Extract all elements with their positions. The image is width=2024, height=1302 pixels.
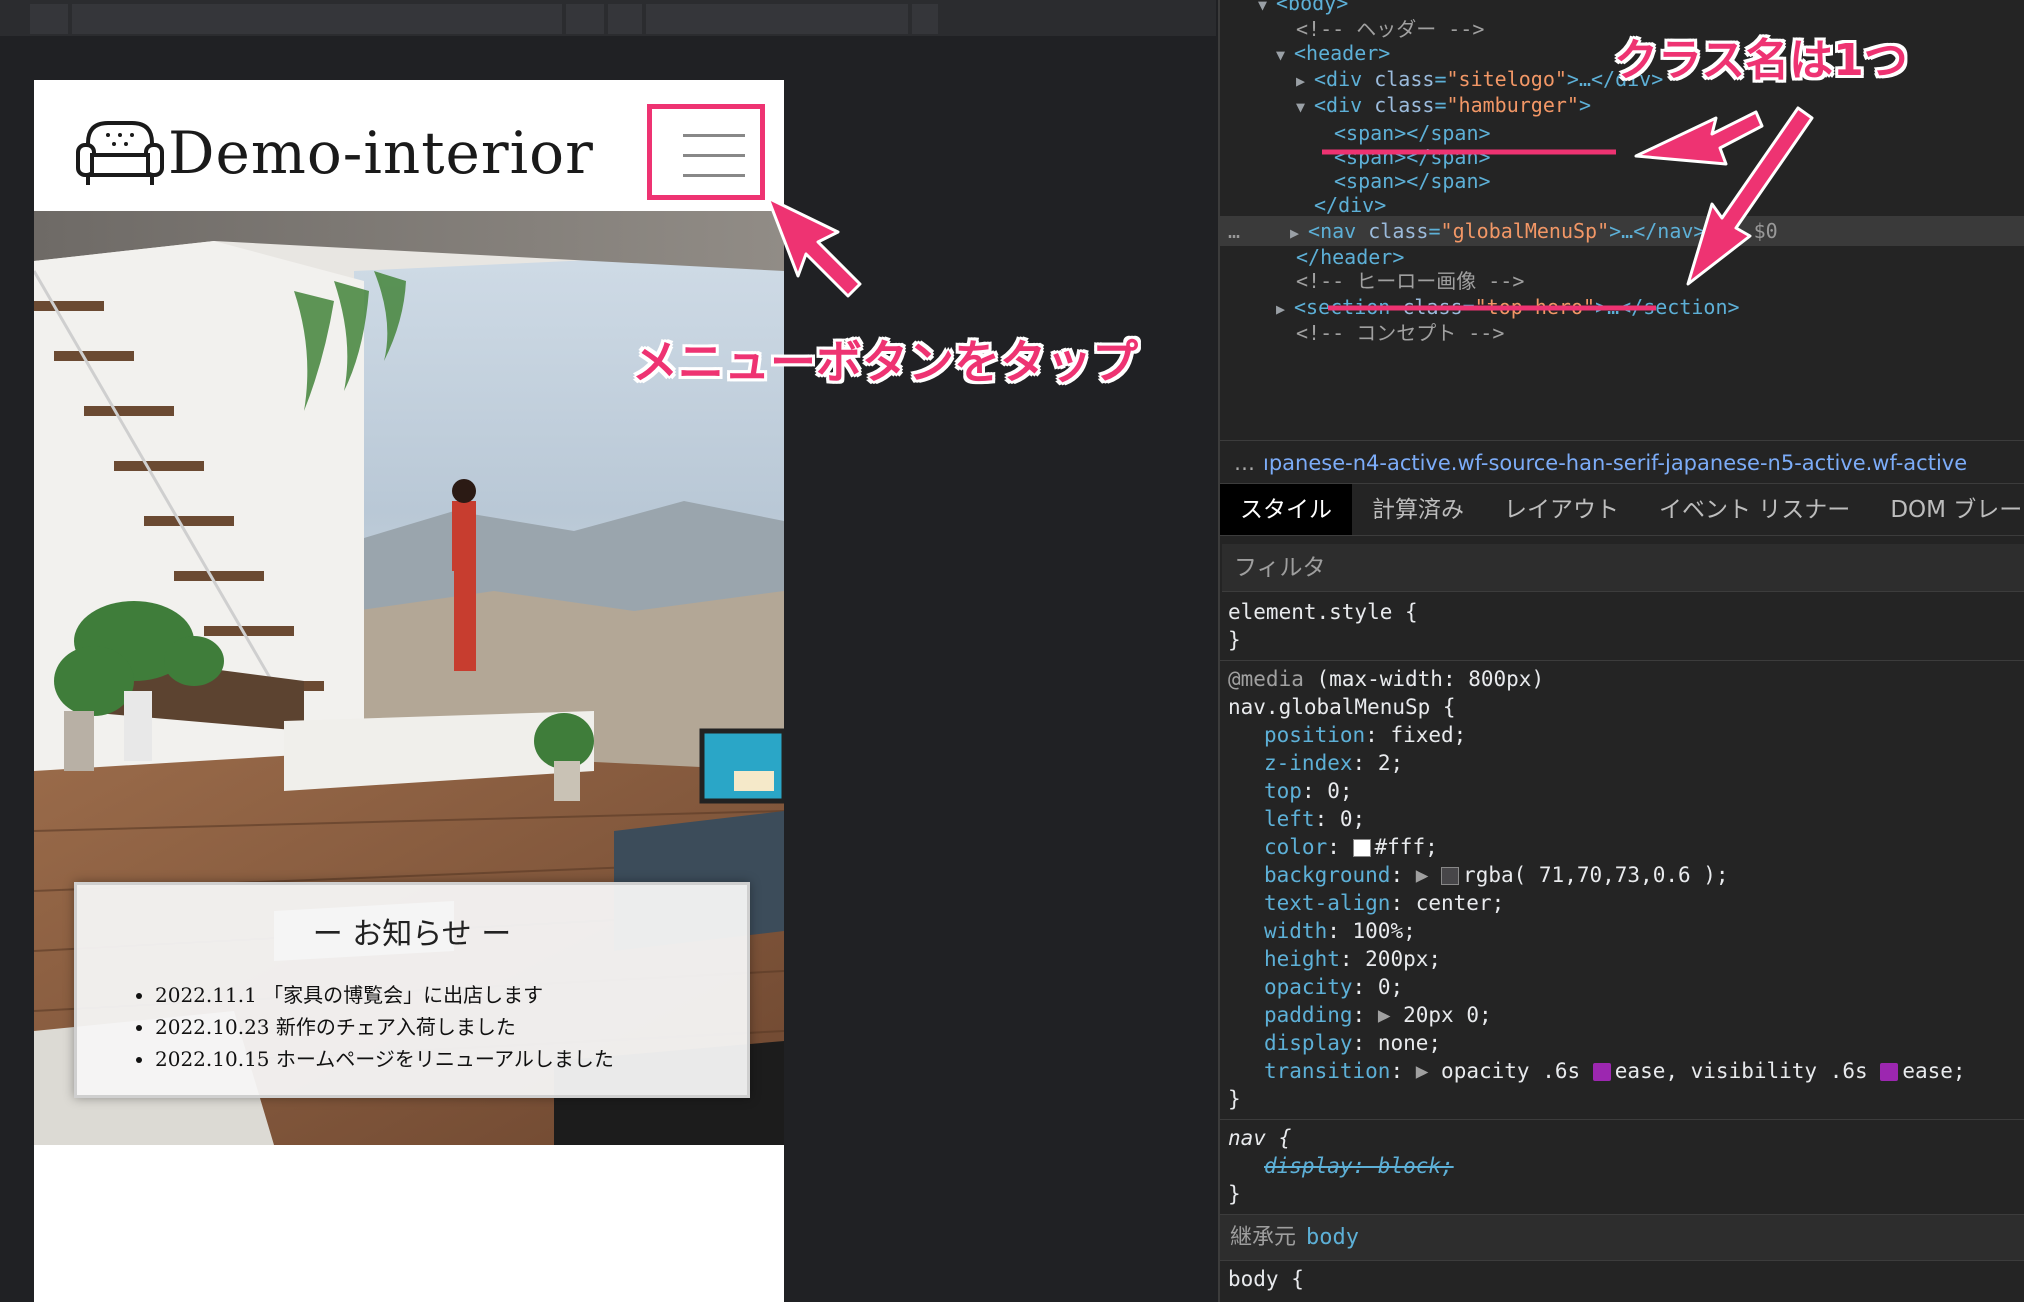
tree-node-hamburger[interactable]: ▼ <div class="hamburger"> xyxy=(1296,90,2024,120)
expand-triangle-icon[interactable]: ▶ xyxy=(1276,294,1294,324)
notice-item[interactable]: 2022.10.23 新作のチェア入荷しました xyxy=(155,1011,747,1043)
notice-box: ー お知らせ ー 2022.11.1 「家具の博覧会」に出店します 2022.1… xyxy=(74,882,750,1098)
css-prop-line[interactable]: background: ▶ rgba( 71,70,73,0.6 ); xyxy=(1228,861,2018,889)
notice-title: ー お知らせ ー xyxy=(312,917,512,952)
notice-item[interactable]: 2022.10.15 ホームページをリニューアルしました xyxy=(155,1043,747,1075)
toolbar-segment[interactable] xyxy=(912,4,938,34)
css-prop-line[interactable]: color: #fff; xyxy=(1228,833,2018,861)
rule-selector[interactable]: nav.globalMenuSp { xyxy=(1228,693,2018,721)
tab-event-listeners[interactable]: イベント リスナー xyxy=(1639,484,1870,535)
tab-styles[interactable]: スタイル xyxy=(1220,484,1352,535)
tab-dom-breakpoints[interactable]: DOM ブレー xyxy=(1870,484,2024,535)
toolbar-segment[interactable] xyxy=(646,4,908,34)
rule-selector[interactable]: element.style { xyxy=(1228,598,2018,626)
color-swatch-icon[interactable] xyxy=(1352,839,1371,857)
css-prop-line-overridden[interactable]: display: block; xyxy=(1228,1152,2018,1180)
rule-nav: nav { display: block; } xyxy=(1220,1120,2024,1215)
breadcrumb-more-dots[interactable]: … xyxy=(1234,451,1255,475)
css-prop-line[interactable]: position: fixed; xyxy=(1228,721,2018,749)
css-prop-line[interactable]: left: 0; xyxy=(1228,805,2018,833)
notice-item[interactable]: 2022.11.1 「家具の博覧会」に出店します xyxy=(155,979,747,1011)
sofa-icon xyxy=(76,121,164,185)
rule-close: } xyxy=(1228,1182,1241,1206)
tab-computed[interactable]: 計算済み xyxy=(1352,484,1484,535)
expand-triangle-icon[interactable]: ▶ xyxy=(1378,1003,1391,1027)
breadcrumb-text: ıpanese-n4-active.wf-source-han-serif-ja… xyxy=(1263,451,1968,475)
easing-editor-icon[interactable] xyxy=(1880,1063,1899,1081)
toolbar-segment[interactable] xyxy=(30,4,68,34)
css-prop-line[interactable]: z-index: 2; xyxy=(1228,749,2018,777)
annotation-tap-menu: メニューボタンをタップ xyxy=(632,335,1138,389)
dom-breadcrumb[interactable]: … ıpanese-n4-active.wf-source-han-serif-j… xyxy=(1220,440,2024,484)
css-prop-line[interactable]: opacity: 0; xyxy=(1228,973,2018,1001)
styles-pane: element.style { } @media (max-width: 800… xyxy=(1220,594,2024,1302)
easing-editor-icon[interactable] xyxy=(1592,1063,1611,1081)
logo-text: Demo-interior xyxy=(168,119,594,187)
toolbar-segment[interactable] xyxy=(72,4,562,34)
rule-body: body { xyxy=(1220,1261,2024,1299)
site-logo[interactable]: Demo-interior xyxy=(74,108,594,198)
device-preview-pane: Demo-interior ー お知らせ ー • 2022.11.1 「家具の博… xyxy=(0,0,1216,1302)
site-header: Demo-interior xyxy=(34,80,784,211)
css-prop-line[interactable]: transition: ▶ opacity .6s ease, visibili… xyxy=(1228,1057,2018,1085)
toolbar-segment[interactable] xyxy=(566,4,604,34)
toolbar-segment[interactable] xyxy=(608,4,642,34)
devtools-subtabs: スタイル 計算済み レイアウト イベント リスナー DOM ブレー xyxy=(1220,484,2024,536)
css-prop-line[interactable]: width: 100%; xyxy=(1228,917,2018,945)
color-swatch-icon[interactable] xyxy=(1441,867,1460,885)
rule-selector[interactable]: body { xyxy=(1228,1265,2018,1293)
collapse-triangle-icon[interactable]: ▼ xyxy=(1276,40,1294,70)
media-query-line: @media (max-width: 800px) xyxy=(1228,667,1545,691)
rule-close: } xyxy=(1228,1087,1241,1111)
expand-triangle-icon[interactable]: ▶ xyxy=(1416,1059,1429,1083)
mobile-viewport: Demo-interior ー お知らせ ー • 2022.11.1 「家具の博… xyxy=(34,80,784,1302)
device-toolbar xyxy=(0,0,1216,36)
css-prop-line[interactable]: padding: ▶ 20px 0; xyxy=(1228,1001,2018,1029)
row-menu-dots[interactable]: … xyxy=(1228,219,1240,243)
css-prop-line[interactable]: height: 200px; xyxy=(1228,945,2018,973)
hamburger-highlight-box xyxy=(647,104,765,200)
annotation-one-class: クラス名は1つ xyxy=(1614,35,1908,86)
rule-globalmenusp: @media (max-width: 800px) nav.globalMenu… xyxy=(1220,661,2024,1120)
rule-close: } xyxy=(1228,628,1241,652)
css-prop-line[interactable]: top: 0; xyxy=(1228,777,2018,805)
inherited-body-link[interactable]: body xyxy=(1306,1225,1359,1250)
collapse-triangle-icon[interactable]: ▼ xyxy=(1296,92,1314,122)
tree-comment-concept[interactable]: <!-- コンセプト --> xyxy=(1296,318,2024,348)
inherited-from-header: 継承元 body xyxy=(1220,1215,2024,1261)
css-prop-line[interactable]: text-align: center; xyxy=(1228,889,2018,917)
styles-filter-input[interactable]: フィルタ xyxy=(1222,544,2024,592)
collapse-triangle-icon[interactable]: ▼ xyxy=(1258,0,1276,20)
rule-selector[interactable]: nav { xyxy=(1228,1124,2018,1152)
css-prop-line[interactable]: display: none; xyxy=(1228,1029,2018,1057)
expand-triangle-icon[interactable]: ▶ xyxy=(1416,863,1429,887)
devtools-panel: ▼ <body> <!-- ヘッダー --> ▼ <header> ▶ <div cl… xyxy=(1218,0,2024,1302)
rule-element-style: element.style { } xyxy=(1220,594,2024,661)
notice-list: 2022.11.1 「家具の博覧会」に出店します 2022.10.23 新作のチ… xyxy=(155,979,747,1075)
tab-layout[interactable]: レイアウト xyxy=(1484,484,1639,535)
